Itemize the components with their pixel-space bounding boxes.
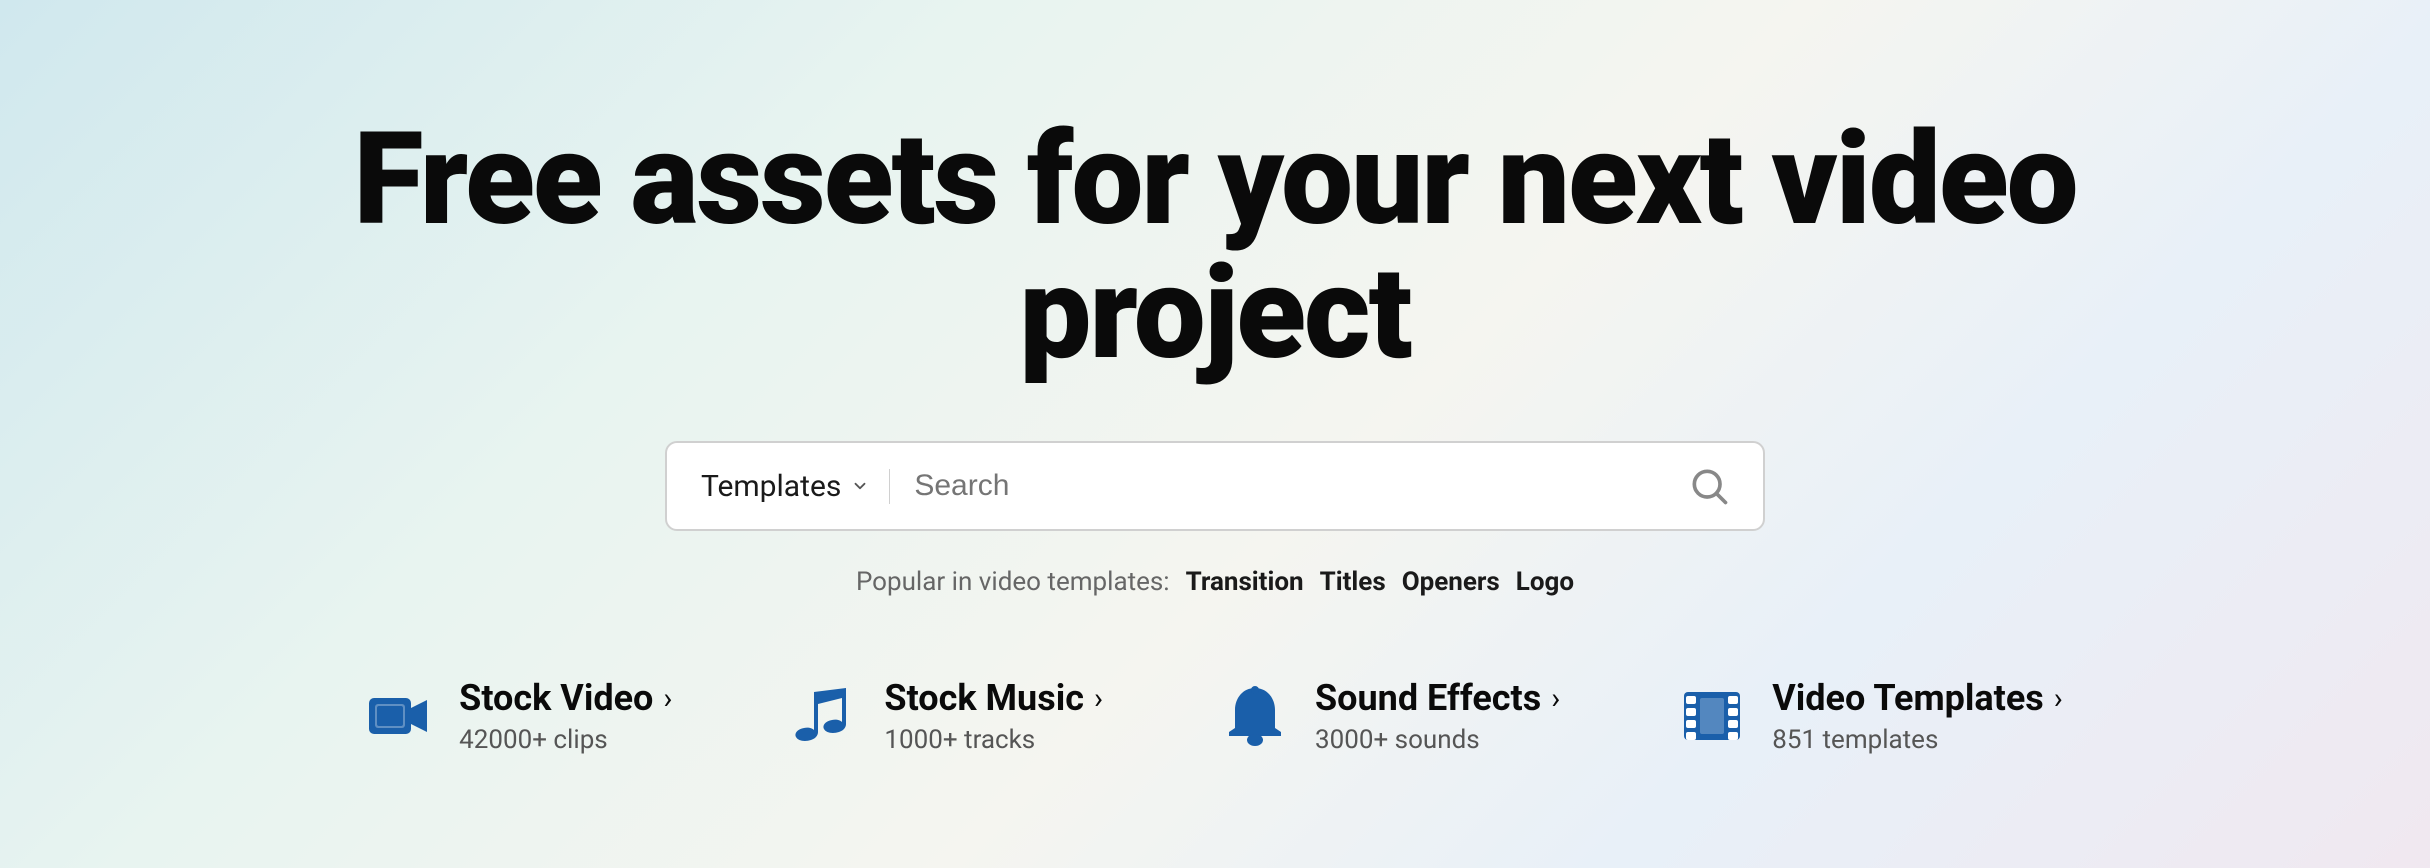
category-arrow: › [1094,681,1103,716]
category-sound-effects[interactable]: Sound Effects › 3000+ sounds [1223,677,1560,755]
popular-tag-logo[interactable]: Logo [1516,567,1574,597]
dropdown-label: Templates [701,469,841,504]
search-button[interactable] [1679,456,1739,516]
category-stock-music-title: Stock Music › [884,677,1103,719]
category-video-templates[interactable]: Video Templates › 851 templates [1680,677,2063,755]
category-stock-music[interactable]: Stock Music › 1000+ tracks [792,677,1103,755]
main-container: Free assets for your next video project … [0,113,2430,756]
category-video-templates-title: Video Templates › [1772,677,2063,719]
category-arrow: › [663,681,672,716]
category-stock-music-sub: 1000+ tracks [884,725,1103,755]
chevron-down-icon [851,477,869,495]
bell-icon [1223,684,1287,748]
category-arrow: › [1551,681,1560,716]
categories-row: Stock Video › 42000+ clips Stock Music ›… [200,677,2230,755]
category-stock-video[interactable]: Stock Video › 42000+ clips [367,677,672,755]
category-sound-effects-sub: 3000+ sounds [1315,725,1560,755]
search-input[interactable] [890,469,1679,503]
search-bar: Templates [665,441,1765,531]
film-strip-icon [1680,684,1744,748]
category-stock-video-text: Stock Video › 42000+ clips [459,677,672,755]
popular-tag-transition[interactable]: Transition [1186,567,1304,597]
category-stock-video-title: Stock Video › [459,677,672,719]
music-note-icon [792,684,856,748]
category-stock-video-sub: 42000+ clips [459,725,672,755]
hero-title: Free assets for your next video project [200,113,2230,382]
search-dropdown[interactable]: Templates [691,469,890,504]
popular-tag-titles[interactable]: Titles [1320,567,1386,597]
popular-row: Popular in video templates: Transition T… [856,567,1574,597]
category-video-templates-sub: 851 templates [1772,725,2063,755]
category-arrow: › [2054,681,2063,716]
category-sound-effects-title: Sound Effects › [1315,677,1560,719]
category-sound-effects-text: Sound Effects › 3000+ sounds [1315,677,1560,755]
popular-label: Popular in video templates: [856,567,1170,597]
category-video-templates-text: Video Templates › 851 templates [1772,677,2063,755]
video-camera-icon [367,684,431,748]
popular-tag-openers[interactable]: Openers [1402,567,1500,597]
category-stock-music-text: Stock Music › 1000+ tracks [884,677,1103,755]
